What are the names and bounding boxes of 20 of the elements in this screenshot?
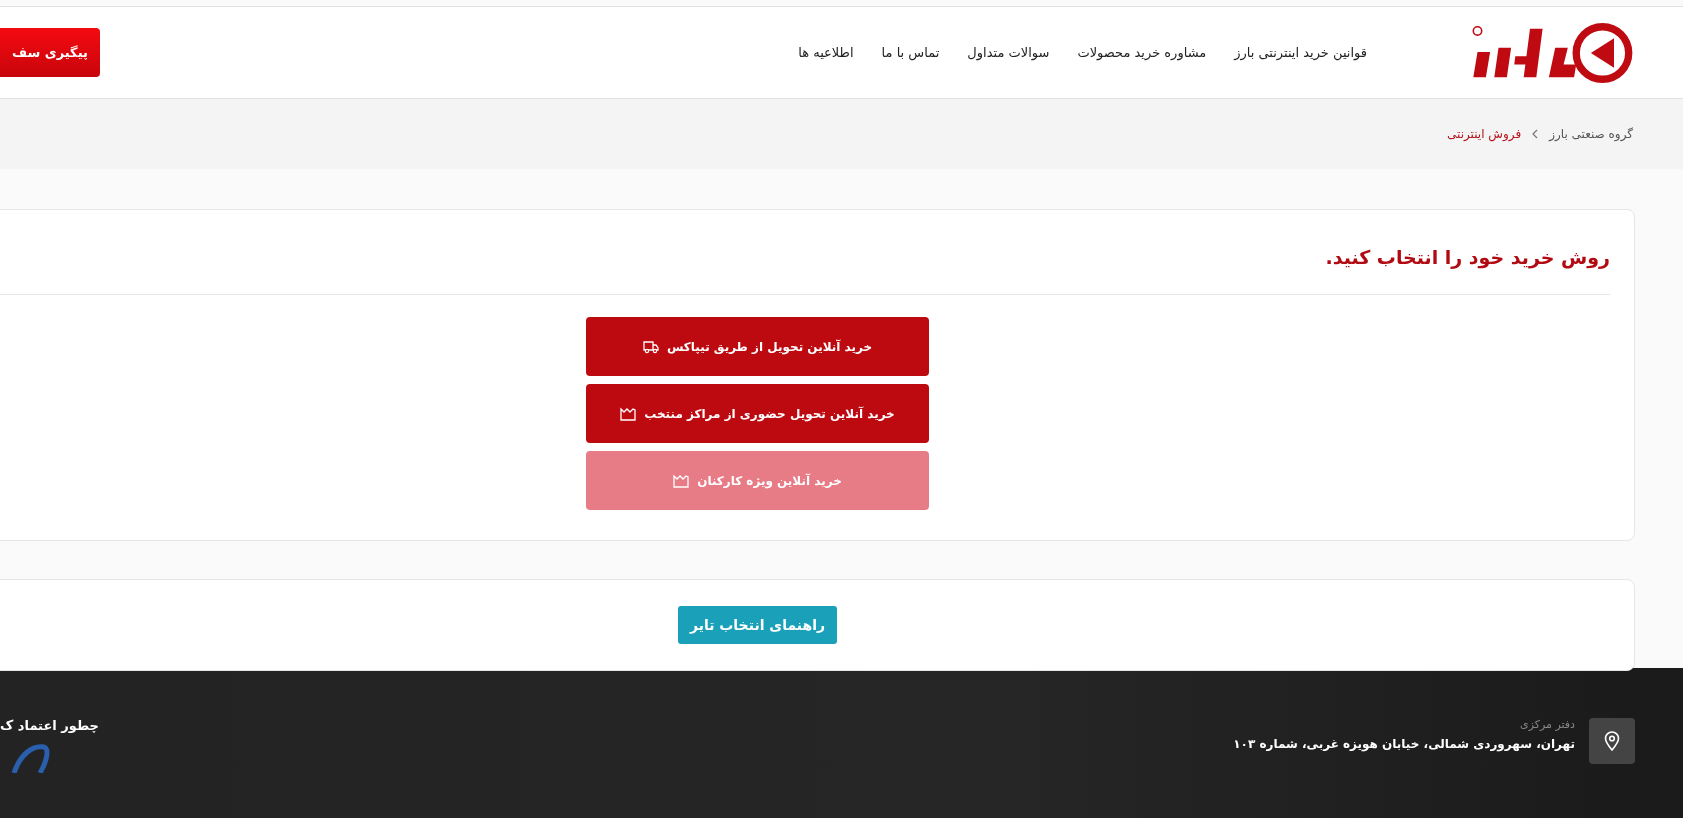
purchase-option-button[interactable]: خرید آنلاین تحویل از طریق تیپاکس (586, 317, 929, 376)
store-icon (673, 473, 690, 488)
track-order-button[interactable]: پیگیری سف (0, 28, 100, 77)
nav-link[interactable]: اطلاعیه ها (798, 45, 854, 60)
office-label: دفتر مرکزی (1519, 718, 1575, 731)
footer-heading: چطور اعتماد ک (0, 718, 99, 733)
chevron-icon (1531, 129, 1540, 139)
card-title: روش خرید خود را انتخاب کنید. (1324, 246, 1610, 268)
curve-icon (10, 743, 50, 773)
nav-link[interactable]: مشاوره خرید محصولات (1077, 45, 1207, 60)
breadcrumb-link[interactable]: فروش اینترنتی (1447, 127, 1522, 141)
store-icon (620, 406, 637, 421)
location-icon (1589, 718, 1635, 764)
truck-icon (642, 339, 659, 354)
purchase-option-button[interactable]: خرید آنلاین تحویل حضوری از مراکز منتخب (586, 384, 929, 443)
address-text: تهران، سهروردی شمالی، خیابان هویزه غربی، شماره ۱۰۳ (1233, 737, 1575, 751)
nav-link[interactable]: سوالات متداول (967, 45, 1050, 60)
nav-link[interactable]: قوانین خرید اینترنتی بارز (1234, 45, 1367, 60)
nav-link[interactable]: تماس با ما (881, 45, 940, 60)
breadcrumb-link[interactable]: گروه صنعتی بارز (1549, 127, 1633, 141)
